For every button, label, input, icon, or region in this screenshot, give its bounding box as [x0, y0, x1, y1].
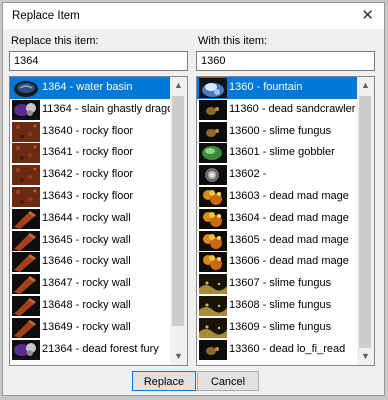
with-item-list[interactable]: 1360 - fountain 11360 - dead sandcrawler 1…: [196, 76, 375, 366]
replace-list-rows: 1364 - water basin 11364 - slain ghastly …: [10, 77, 179, 361]
list-item-label: 13649 - rocky wall: [42, 320, 131, 333]
list-item[interactable]: 11364 - slain ghastly dragon: [10, 99, 179, 121]
list-item[interactable]: 13608 - slime fungus: [197, 295, 357, 317]
replace-item-list[interactable]: 1364 - water basin 11364 - slain ghastly …: [9, 76, 188, 366]
list-item-label: 13645 - rocky wall: [42, 233, 131, 246]
list-item-label: 1360 - fountain: [229, 81, 303, 93]
list-item-label: 13609 - slime fungus: [229, 320, 332, 333]
list-item-label: 13601 - slime gobbler: [229, 146, 335, 159]
list-item-label: 1364 - water basin: [42, 81, 133, 93]
scroll-thumb[interactable]: [359, 96, 371, 348]
list-item-label: 13602 -: [229, 168, 267, 181]
list-item[interactable]: 13644 - rocky wall: [10, 208, 170, 230]
list-item[interactable]: 13606 - dead mad mage: [197, 251, 357, 273]
with-list-rows: 1360 - fountain 11360 - dead sandcrawler 1…: [197, 77, 357, 360]
list-item[interactable]: 1364 - water basin: [10, 77, 170, 99]
list-item[interactable]: 21364 - dead forest fury: [10, 339, 170, 361]
scroll-thumb[interactable]: [172, 96, 184, 326]
list-item-label: 13644 - rocky wall: [42, 211, 131, 224]
list-item[interactable]: 13641 - rocky floor: [10, 142, 170, 164]
list-item-label: 11360 - dead sandcrawler: [229, 102, 356, 115]
list-item-label: 11364 - slain ghastly dragon: [42, 102, 180, 115]
replace-list-scrollbar[interactable]: ▲ ▼: [170, 77, 187, 365]
replace-item-input[interactable]: [9, 51, 188, 71]
scroll-up-arrow-icon[interactable]: ▲: [170, 77, 187, 94]
with-list-scrollbar[interactable]: ▲ ▼: [357, 77, 374, 365]
list-item-label: 13646 - rocky wall: [42, 255, 131, 268]
list-item-label: 13600 - slime fungus: [229, 124, 332, 137]
list-item-label: 13360 - dead lo_fi_read: [229, 342, 346, 355]
list-item-label: 13643 - rocky floor: [42, 189, 134, 202]
list-item-label: 13642 - rocky floor: [42, 168, 134, 181]
with-item-input[interactable]: [196, 51, 375, 71]
list-item-label: 13608 - slime fungus: [229, 298, 332, 311]
list-item[interactable]: 13601 - slime gobbler: [197, 142, 357, 164]
list-item[interactable]: 1360 - fountain: [197, 77, 357, 99]
list-item-label: 13604 - dead mad mage: [229, 211, 349, 224]
replace-button[interactable]: Replace: [132, 371, 196, 391]
close-icon[interactable]: ✕: [361, 6, 374, 24]
list-item[interactable]: 13648 - rocky wall: [10, 295, 170, 317]
list-item-label: 13647 - rocky wall: [42, 277, 131, 290]
list-item[interactable]: 13609 - slime fungus: [197, 317, 357, 339]
cancel-button[interactable]: Cancel: [197, 371, 259, 391]
list-item[interactable]: 13600 - slime fungus: [197, 121, 357, 143]
list-item-label: 13603 - dead mad mage: [229, 189, 349, 202]
list-item[interactable]: 13647 - rocky wall: [10, 273, 170, 295]
list-item[interactable]: 13607 - slime fungus: [197, 273, 357, 295]
list-item[interactable]: 13360 - dead lo_fi_read: [197, 339, 357, 361]
scroll-up-arrow-icon[interactable]: ▲: [357, 77, 374, 94]
list-item[interactable]: 13642 - rocky floor: [10, 164, 170, 186]
list-item[interactable]: 13640 - rocky floor: [10, 121, 170, 143]
list-item[interactable]: 13643 - rocky floor: [10, 186, 170, 208]
list-item[interactable]: 11360 - dead sandcrawler: [197, 99, 357, 121]
list-item-label: 13605 - dead mad mage: [229, 233, 349, 246]
list-item-label: 21364 - dead forest fury: [42, 342, 159, 355]
with-label: With this item:: [198, 35, 268, 47]
list-item[interactable]: 13603 - dead mad mage: [197, 186, 357, 208]
scroll-down-arrow-icon[interactable]: ▼: [357, 348, 374, 365]
replace-label: Replace this item:: [11, 35, 99, 47]
list-item-label: 13641 - rocky floor: [42, 146, 134, 159]
list-item[interactable]: 13604 - dead mad mage: [197, 208, 357, 230]
list-item-label: 13606 - dead mad mage: [229, 255, 349, 268]
list-item-label: 13648 - rocky wall: [42, 298, 131, 311]
list-item[interactable]: 13605 - dead mad mage: [197, 230, 357, 252]
list-item[interactable]: 13602 -: [197, 164, 357, 186]
replace-item-dialog: Replace Item ✕ Replace this item: 1364 -…: [2, 2, 385, 396]
list-item[interactable]: 13646 - rocky wall: [10, 251, 170, 273]
list-item-label: 13640 - rocky floor: [42, 124, 134, 137]
title-bar: Replace Item ✕: [3, 3, 384, 29]
dialog-title: Replace Item: [12, 10, 80, 22]
list-item[interactable]: 13649 - rocky wall: [10, 317, 170, 339]
list-item[interactable]: 13645 - rocky wall: [10, 230, 170, 252]
scroll-down-arrow-icon[interactable]: ▼: [170, 348, 187, 365]
list-item-label: 13607 - slime fungus: [229, 277, 332, 290]
